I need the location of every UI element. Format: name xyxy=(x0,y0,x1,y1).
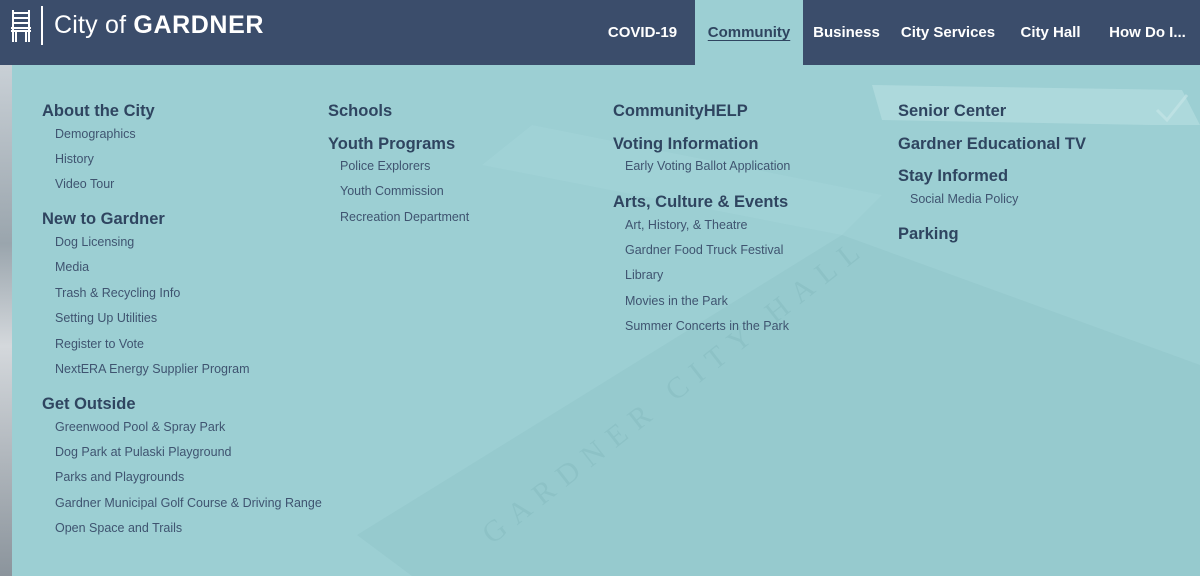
site-title-name: GARDNER xyxy=(133,11,264,39)
chair-icon xyxy=(11,10,31,42)
menu-heading-stay-informed[interactable]: Stay Informed xyxy=(898,167,1008,186)
menu-link-social-media-policy[interactable]: Social Media Policy xyxy=(910,192,1018,206)
menu-link-police-explorers[interactable]: Police Explorers xyxy=(340,159,430,173)
menu-link-art-history-theatre[interactable]: Art, History, & Theatre xyxy=(625,218,748,232)
logo-divider xyxy=(41,6,43,45)
background-photo-edge xyxy=(0,65,12,576)
menu-link-youth-commission[interactable]: Youth Commission xyxy=(340,184,444,198)
menu-link-history[interactable]: History xyxy=(55,152,94,166)
menu-heading-schools[interactable]: Schools xyxy=(328,102,392,121)
menu-link-parks-playgrounds[interactable]: Parks and Playgrounds xyxy=(55,470,184,484)
menu-link-summer-concerts[interactable]: Summer Concerts in the Park xyxy=(625,319,789,333)
menu-link-greenwood-pool[interactable]: Greenwood Pool & Spray Park xyxy=(55,420,225,434)
menu-heading-voting-information[interactable]: Voting Information xyxy=(613,135,758,154)
menu-link-media[interactable]: Media xyxy=(55,260,89,274)
menu-heading-get-outside[interactable]: Get Outside xyxy=(42,395,136,414)
menu-link-movies-in-the-park[interactable]: Movies in the Park xyxy=(625,294,728,308)
menu-link-library[interactable]: Library xyxy=(625,268,663,282)
community-mega-menu: GARDNER CITY HALL About the City Demogra… xyxy=(12,65,1200,576)
nav-city-hall[interactable]: City Hall xyxy=(1006,0,1095,65)
menu-heading-arts-culture-events[interactable]: Arts, Culture & Events xyxy=(613,193,788,212)
nav-community[interactable]: Community xyxy=(695,0,803,65)
nav-business[interactable]: Business xyxy=(803,0,890,65)
menu-link-recreation-department[interactable]: Recreation Department xyxy=(340,210,469,224)
site-title: City of GARDNER xyxy=(54,11,264,40)
menu-link-dog-park[interactable]: Dog Park at Pulaski Playground xyxy=(55,445,231,459)
menu-link-golf-course[interactable]: Gardner Municipal Golf Course & Driving … xyxy=(55,496,322,510)
menu-heading-about-the-city[interactable]: About the City xyxy=(42,102,155,121)
nav-how-do-i[interactable]: How Do I... xyxy=(1095,0,1200,65)
menu-link-trash-recycling[interactable]: Trash & Recycling Info xyxy=(55,286,180,300)
menu-link-setting-up-utilities[interactable]: Setting Up Utilities xyxy=(55,311,157,325)
menu-link-open-space-trails[interactable]: Open Space and Trails xyxy=(55,521,182,535)
menu-link-nextera-energy[interactable]: NextERA Energy Supplier Program xyxy=(55,362,250,376)
site-header: City of GARDNER COVID-19 Community Busin… xyxy=(0,0,1200,65)
menu-heading-senior-center[interactable]: Senior Center xyxy=(898,102,1006,121)
menu-link-dog-licensing[interactable]: Dog Licensing xyxy=(55,235,134,249)
menu-link-register-to-vote[interactable]: Register to Vote xyxy=(55,337,144,351)
menu-link-video-tour[interactable]: Video Tour xyxy=(55,177,114,191)
menu-heading-parking[interactable]: Parking xyxy=(898,225,959,244)
main-nav: COVID-19 Community Business City Service… xyxy=(590,0,1200,65)
nav-city-services[interactable]: City Services xyxy=(890,0,1006,65)
menu-heading-youth-programs[interactable]: Youth Programs xyxy=(328,135,455,154)
nav-covid-19[interactable]: COVID-19 xyxy=(590,0,695,65)
site-title-prefix: City of xyxy=(54,11,127,39)
menu-heading-communityhelp[interactable]: CommunityHELP xyxy=(613,102,748,121)
menu-link-early-voting[interactable]: Early Voting Ballot Application xyxy=(625,159,790,173)
menu-link-demographics[interactable]: Demographics xyxy=(55,127,136,141)
menu-heading-new-to-gardner[interactable]: New to Gardner xyxy=(42,210,165,229)
menu-link-food-truck-festival[interactable]: Gardner Food Truck Festival xyxy=(625,243,783,257)
menu-heading-gardner-educational-tv[interactable]: Gardner Educational TV xyxy=(898,135,1086,154)
